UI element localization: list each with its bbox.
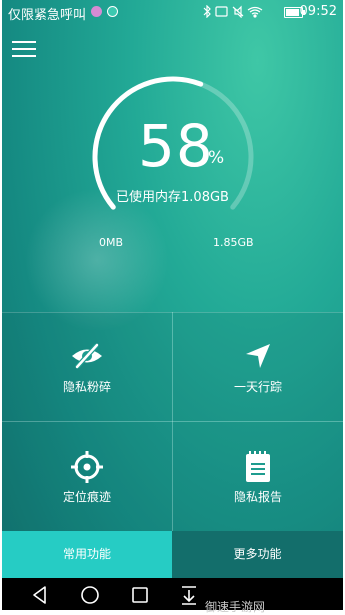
privacy-shred-button[interactable]: 隐私粉碎: [2, 312, 172, 421]
day-trace-label: 一天行踪: [233, 380, 282, 394]
notepad-icon: [173, 450, 343, 482]
nfc-icon: [215, 6, 228, 17]
privacy-report-button[interactable]: 隐私报告: [173, 422, 343, 531]
tab-more-functions[interactable]: 更多功能: [172, 531, 343, 578]
gauge-max-label: 1.85GB: [213, 236, 254, 249]
menu-icon[interactable]: [12, 39, 38, 59]
clock: 09:52: [299, 4, 337, 19]
status-bar: 仅限紧急呼叫 09:52: [2, 0, 343, 24]
notification-pull-icon[interactable]: [178, 584, 200, 606]
memory-percent: 58: [138, 112, 214, 180]
mute-icon: [232, 5, 244, 19]
app-notification-icon: [107, 6, 118, 17]
home-icon[interactable]: [79, 584, 101, 606]
grid-divider: [2, 421, 343, 422]
system-nav-bar: [2, 578, 343, 610]
feature-grid: 隐私粉碎 一天行踪 定位痕迹 隐私报告: [2, 312, 343, 531]
percent-sign: %: [208, 148, 225, 168]
back-icon[interactable]: [29, 584, 51, 606]
tab-common-functions[interactable]: 常用功能: [2, 531, 172, 578]
carrier-text: 仅限紧急呼叫: [8, 8, 87, 23]
watermark: 御速手游网: [205, 600, 266, 614]
recent-apps-icon[interactable]: [129, 584, 151, 606]
memory-used-label: 已使用内存1.08GB: [116, 190, 229, 205]
chat-notification-icon: [91, 6, 102, 17]
bluetooth-icon: [203, 4, 211, 19]
privacy-report-label: 隐私报告: [233, 490, 282, 504]
location-trace-button[interactable]: 定位痕迹: [2, 422, 172, 531]
privacy-shred-label: 隐私粉碎: [62, 380, 111, 394]
system-status-icons: [201, 4, 271, 21]
navigation-arrow-icon: [173, 340, 343, 372]
gauge-min-label: 0MB: [99, 236, 124, 249]
crosshair-icon: [2, 450, 172, 483]
day-trace-button[interactable]: 一天行踪: [173, 312, 343, 421]
eye-slash-icon: [2, 340, 172, 372]
location-trace-label: 定位痕迹: [62, 490, 111, 504]
wifi-icon: [247, 6, 263, 15]
app-screen: 仅限紧急呼叫 09:52 58 % 已使用内存1.08GB 0MB 1.85GB…: [2, 0, 343, 610]
